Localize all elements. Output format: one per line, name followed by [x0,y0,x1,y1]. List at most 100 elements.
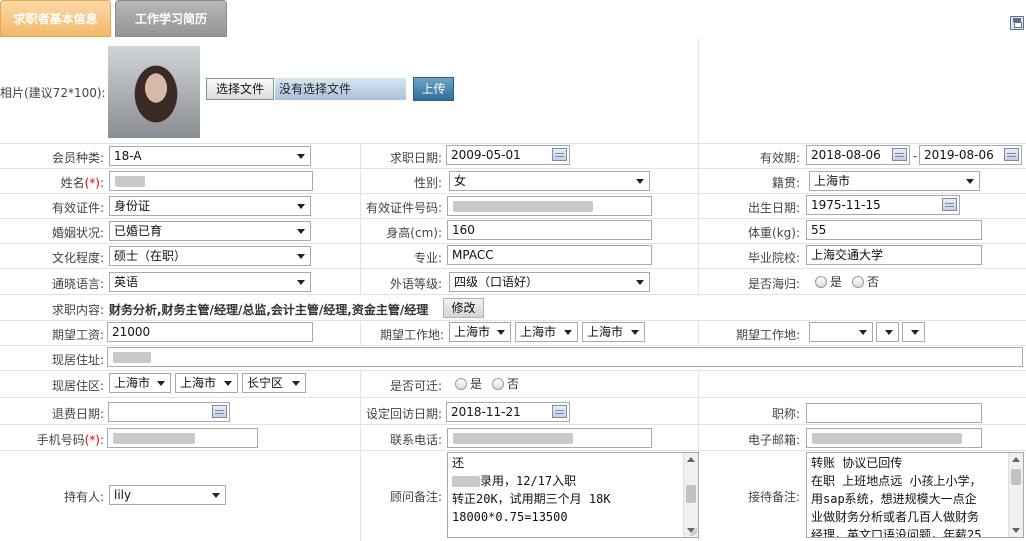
height-input[interactable]: 160 [447,220,652,240]
education-label: 文化程度: [51,251,104,265]
relocate-no-radio[interactable]: 否 [492,375,519,392]
mobile-label: 手机号码(*): [36,433,104,447]
marital-label: 婚姻状况: [51,226,104,240]
date-range-separator: - [912,149,918,163]
email-input[interactable] [806,428,982,448]
apply-date-label: 求职日期: [389,151,442,165]
weight-input[interactable]: 55 [806,220,982,240]
valid-period-label: 有效期: [759,151,800,165]
work-place-label: 期望工作地: [379,328,444,342]
residence-city-select[interactable]: 上海市 [175,373,238,393]
reception-note-textarea[interactable]: 转账 协议已回传 在职 上班地点远 小孩上小学， 用sap系统，想进规模大一点企… [806,452,1024,538]
apply-date-field[interactable]: 2009-05-01 [446,145,570,165]
work-district-select[interactable]: 上海市 [582,322,645,342]
lang-level-label: 外语等级: [389,277,442,291]
tab-work-study-resume[interactable]: 工作学习简历 [115,0,227,37]
valid-to-value: 2019-08-06 [924,148,994,162]
school-label: 毕业院校: [747,251,800,265]
consultant-note-textarea[interactable]: 还 录用，12/17入职 转正20K，试用期三个月 18K 18000*0.75… [447,452,699,538]
job-title-label: 职称: [771,407,800,421]
member-type-label: 会员种类: [51,151,104,165]
avatar [108,46,200,138]
scrollbar[interactable] [1008,453,1023,537]
id-number-input[interactable] [447,196,652,216]
major-input[interactable]: MPACC [447,245,652,265]
returnee-yes-radio[interactable]: 是 [815,273,842,290]
refund-date-field[interactable] [108,402,230,422]
work-city-2-select[interactable] [876,322,899,342]
gender-select[interactable]: 女 [449,171,650,191]
weight-label: 体重(kg): [748,226,800,240]
visit-date-label: 设定回访日期: [365,407,442,421]
valid-from-field[interactable]: 2018-08-06 [806,145,910,165]
name-label: 姓名(*): [60,176,104,190]
address-label: 现居住址: [51,353,104,367]
choose-file-button[interactable]: 选择文件 [206,78,274,100]
birth-date-value: 1975-11-15 [811,198,881,212]
gender-label: 性别: [413,176,442,190]
id-type-select[interactable]: 身份证 [109,196,311,216]
phone-label: 联系电话: [389,433,442,447]
save-icon[interactable] [1010,16,1024,30]
visit-date-field[interactable]: 2018-11-21 [446,402,570,422]
name-input[interactable] [109,171,313,191]
work-province-2-select[interactable] [809,322,873,342]
major-label: 专业: [413,251,442,265]
birth-date-label: 出生日期: [747,201,800,215]
work-province-select[interactable]: 上海市 [449,322,511,342]
calendar-icon[interactable] [1004,148,1019,161]
salary-label: 期望工资: [51,328,104,342]
calendar-icon[interactable] [212,405,227,418]
school-input[interactable]: 上海交通大学 [806,245,982,265]
apply-date-value: 2009-05-01 [451,148,521,162]
job-content-value: 财务分析,财务主管/经理/总监,会计主管/经理,资金主管/经理 [109,303,429,317]
id-number-label: 有效证件号码: [365,201,442,215]
residence-district-select[interactable]: 长宁区 [242,373,306,393]
valid-to-field[interactable]: 2019-08-06 [919,145,1022,165]
valid-from-value: 2018-08-06 [811,148,881,162]
owner-label: 持有人: [63,490,104,504]
relocate-label: 是否可迁: [389,379,442,393]
consultant-note-label: 顾问备注: [389,490,442,504]
photo-label: 相片(建议72*100): [0,86,106,100]
calendar-icon[interactable] [552,405,567,418]
salary-input[interactable]: 21000 [107,322,313,342]
native-place-label: 籍贯: [771,176,800,190]
work-city-select[interactable]: 上海市 [515,322,578,342]
tab-bar: 求职者基本信息 工作学习简历 [0,0,1026,38]
scrollbar[interactable] [683,453,698,537]
reception-note-label: 接待备注: [747,490,800,504]
owner-select[interactable]: lily [109,485,226,505]
work-district-2-select[interactable] [902,322,925,342]
calendar-icon[interactable] [552,148,567,161]
work-place-2-label: 期望工作地: [735,328,800,342]
refund-date-label: 退费日期: [51,407,104,421]
residence-label: 现居住区: [51,379,104,393]
email-label: 电子邮箱: [747,433,800,447]
returnee-label: 是否海归: [747,277,800,291]
lang-level-select[interactable]: 四级（口语好） [449,272,650,292]
tab-basic-info[interactable]: 求职者基本信息 [0,0,111,37]
residence-province-select[interactable]: 上海市 [109,373,171,393]
edit-job-content-button[interactable]: 修改 [443,298,484,318]
id-type-label: 有效证件: [51,201,104,215]
upload-button[interactable]: 上传 [413,77,454,101]
file-status-text: 没有选择文件 [275,78,406,100]
job-title-input[interactable] [806,403,982,423]
returnee-no-radio[interactable]: 否 [852,273,879,290]
native-place-select[interactable]: 上海市 [809,171,980,191]
marital-select[interactable]: 已婚已育 [109,221,311,241]
job-content-label: 求职内容: [51,303,104,317]
birth-date-field[interactable]: 1975-11-15 [806,195,960,215]
visit-date-value: 2018-11-21 [451,405,521,419]
language-select[interactable]: 英语 [109,272,311,292]
education-select[interactable]: 硕士（在职） [109,246,311,266]
height-label: 身高(cm): [386,226,442,240]
mobile-input[interactable] [107,428,258,448]
calendar-icon[interactable] [892,148,907,161]
relocate-yes-radio[interactable]: 是 [455,375,482,392]
phone-input[interactable] [447,428,652,448]
address-input[interactable] [107,347,1023,367]
member-type-select[interactable]: 18-A [109,146,311,166]
calendar-icon[interactable] [942,198,957,211]
